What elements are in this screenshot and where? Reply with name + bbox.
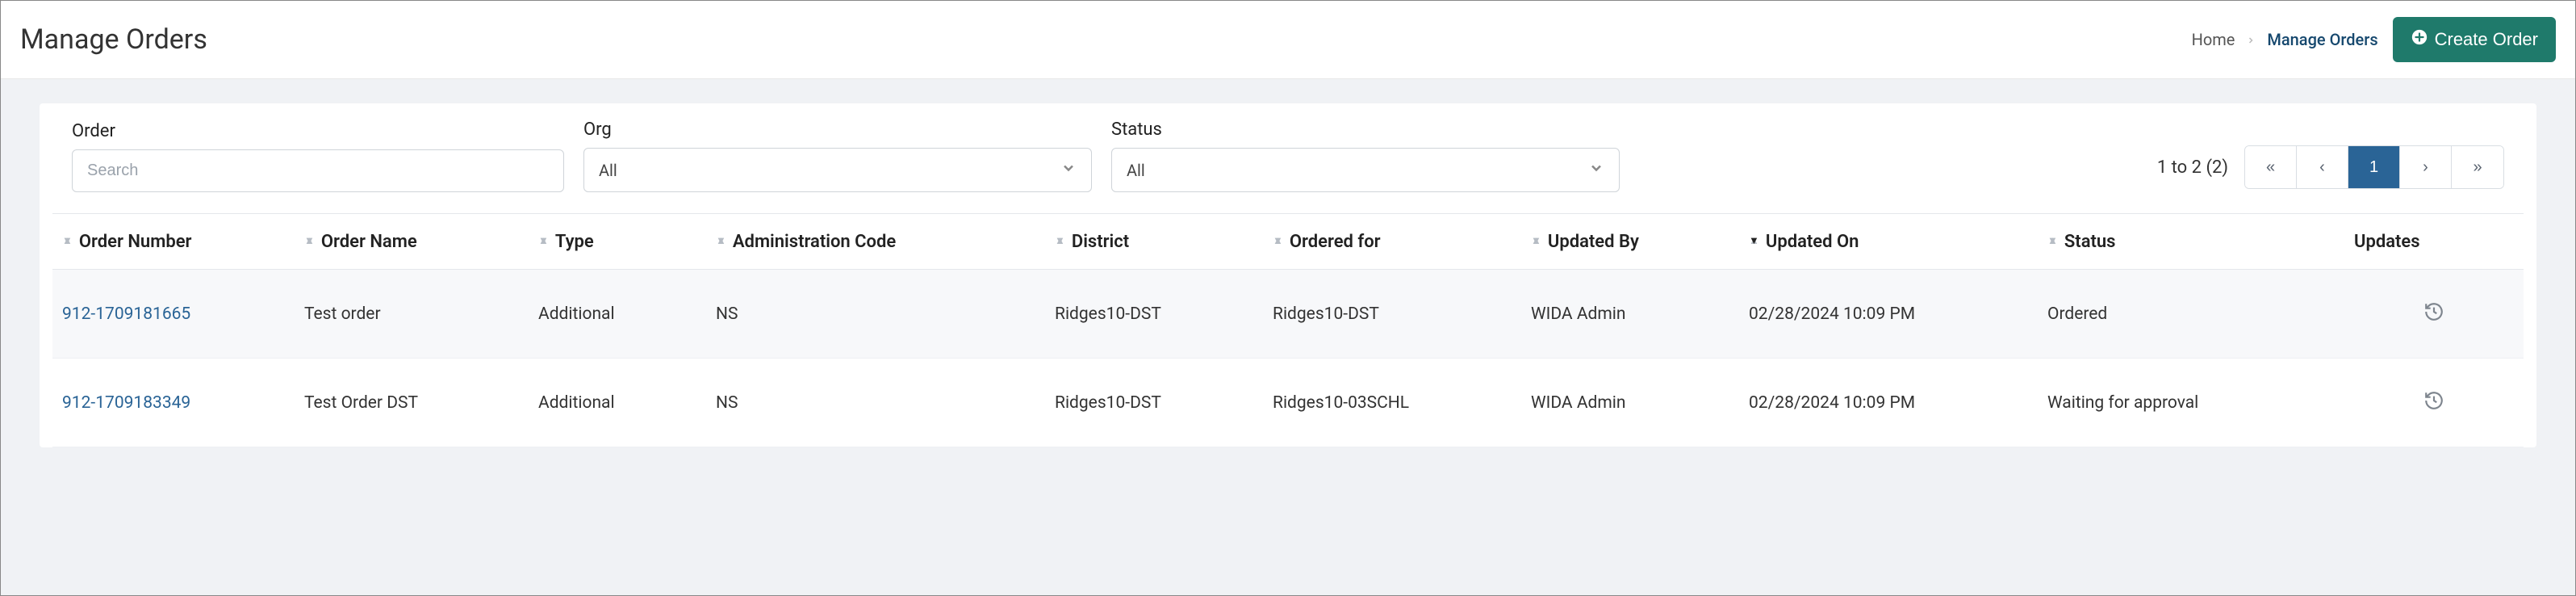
page-header: Manage Orders Home Manage Orders Create … [1, 1, 2575, 79]
cell-type: Additional [538, 393, 716, 413]
chevron-right-icon [2246, 30, 2256, 49]
plus-circle-icon [2411, 28, 2428, 51]
cell-district: Ridges10-DST [1055, 304, 1273, 324]
cell-updated-by: WIDA Admin [1531, 304, 1749, 324]
chevron-down-icon [1060, 160, 1077, 180]
org-select-value: All [599, 161, 617, 180]
col-district[interactable]: ▲▼ District [1055, 232, 1273, 252]
pager-next-button[interactable]: › [2400, 146, 2452, 188]
pagination: « ‹ 1 › » [2244, 145, 2504, 189]
status-select-value: All [1127, 161, 1145, 180]
cell-ordered-for: Ridges10-DST [1273, 304, 1531, 324]
cell-updated-on: 02/28/2024 10:09 PM [1749, 393, 2047, 413]
cell-admin-code: NS [716, 393, 1055, 413]
breadcrumb-current: Manage Orders [2267, 30, 2377, 49]
order-number-link[interactable]: 912-1709183349 [62, 393, 190, 413]
history-icon[interactable] [2423, 390, 2444, 416]
cell-updated-by: WIDA Admin [1531, 393, 1749, 413]
cell-type: Additional [538, 304, 716, 324]
create-order-button[interactable]: Create Order [2393, 17, 2556, 62]
page-title: Manage Orders [20, 23, 207, 56]
col-status[interactable]: ▲▼ Status [2047, 232, 2354, 252]
col-updated-on[interactable]: ▲▼ Updated On [1749, 232, 2047, 252]
history-icon[interactable] [2423, 301, 2444, 327]
cell-updated-on: 02/28/2024 10:09 PM [1749, 304, 2047, 324]
status-select[interactable]: All [1111, 148, 1620, 192]
col-updates: Updates [2354, 232, 2514, 252]
col-admin-code[interactable]: ▲▼ Administration Code [716, 232, 1055, 252]
cell-order-name: Test order [304, 304, 538, 324]
order-search-input[interactable] [72, 149, 564, 192]
cell-status: Waiting for approval [2047, 393, 2354, 413]
order-filter-label: Order [72, 121, 564, 141]
table-row: 912-1709181665 Test order Additional NS … [52, 270, 2524, 359]
pager-first-button[interactable]: « [2245, 146, 2297, 188]
orders-table: ▲▼ Order Number ▲▼ Order Name ▲▼ Type ▲▼… [40, 213, 2536, 447]
pager-page-button[interactable]: 1 [2348, 146, 2400, 188]
status-filter-label: Status [1111, 120, 1620, 140]
col-updated-by[interactable]: ▲▼ Updated By [1531, 232, 1749, 252]
create-order-label: Create Order [2435, 29, 2538, 50]
filter-bar: Order Org All Status All [40, 120, 2536, 213]
orders-card: Order Org All Status All [40, 103, 2536, 447]
org-select[interactable]: All [583, 148, 1092, 192]
cell-district: Ridges10-DST [1055, 393, 1273, 413]
table-row: 912-1709183349 Test Order DST Additional… [52, 359, 2524, 447]
col-type[interactable]: ▲▼ Type [538, 232, 716, 252]
col-order-name[interactable]: ▲▼ Order Name [304, 232, 538, 252]
col-ordered-for[interactable]: ▲▼ Ordered for [1273, 232, 1531, 252]
table-header: ▲▼ Order Number ▲▼ Order Name ▲▼ Type ▲▼… [52, 213, 2524, 270]
order-number-link[interactable]: 912-1709181665 [62, 304, 190, 324]
breadcrumb-home[interactable]: Home [2192, 30, 2235, 49]
breadcrumb: Home Manage Orders [2192, 30, 2378, 49]
pagination-summary: 1 to 2 (2) [2157, 157, 2228, 178]
pager-prev-button[interactable]: ‹ [2297, 146, 2348, 188]
cell-status: Ordered [2047, 304, 2354, 324]
cell-order-name: Test Order DST [304, 393, 538, 413]
cell-ordered-for: Ridges10-03SCHL [1273, 393, 1531, 413]
chevron-down-icon [1588, 160, 1604, 180]
org-filter-label: Org [583, 120, 1092, 140]
pager-last-button[interactable]: » [2452, 146, 2503, 188]
cell-admin-code: NS [716, 304, 1055, 324]
col-order-number[interactable]: ▲▼ Order Number [62, 232, 304, 252]
